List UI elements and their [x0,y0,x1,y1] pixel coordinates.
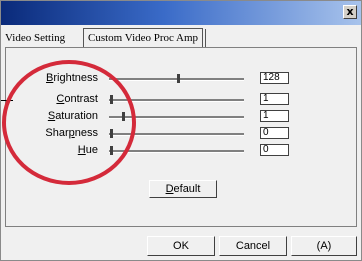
hue-value[interactable]: 0 [260,144,289,156]
saturation-value[interactable]: 1 [260,110,289,122]
ok-button[interactable]: OK [147,236,215,256]
cancel-button[interactable]: Cancel [219,236,287,256]
sharpness-value[interactable]: 0 [260,127,289,139]
brightness-slider[interactable] [109,74,244,83]
close-button[interactable]: x [343,5,357,19]
brightness-slider-thumb[interactable] [177,74,180,83]
title-bar[interactable]: x [1,1,361,25]
hue-slider[interactable] [109,146,244,155]
highlight-circle [2,60,136,185]
tab-video-setting[interactable]: Video Setting [5,29,65,47]
tab-custom-video-proc-amp[interactable]: Custom Video Proc Amp [83,28,207,48]
default-button[interactable]: Default [149,180,217,198]
apply-button[interactable]: (A) [291,236,357,256]
brightness-value[interactable]: 128 [260,72,289,84]
proc-amp-dialog: x Video Setting Custom Video Proc Amp Br… [0,0,362,261]
contrast-value[interactable]: 1 [260,93,289,105]
